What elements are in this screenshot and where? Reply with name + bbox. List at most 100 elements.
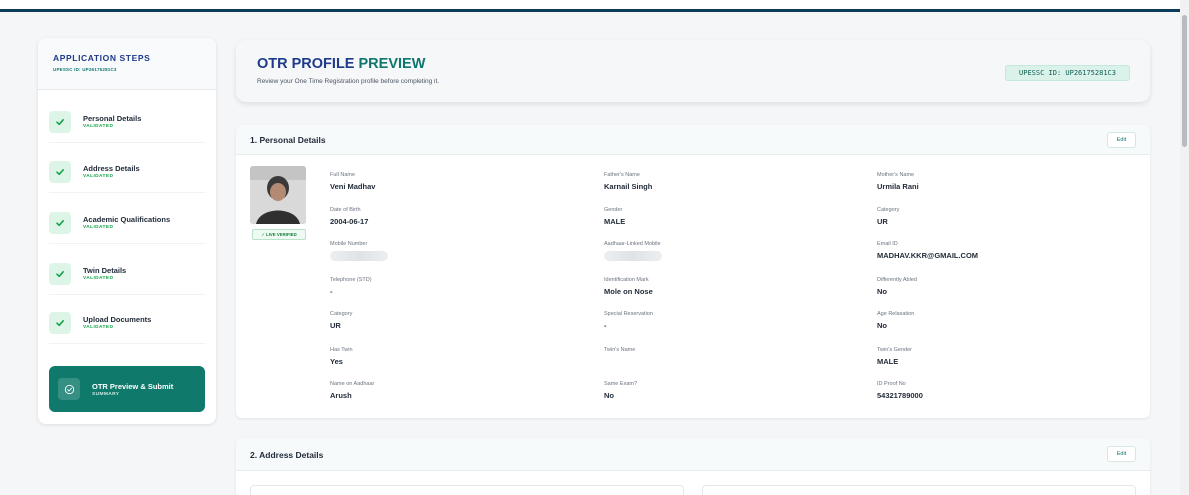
page-title-accent: PREVIEW — [358, 56, 426, 72]
personal-details-header: 1. Personal Details Edit — [236, 125, 1150, 155]
field-label: Gender — [604, 207, 623, 213]
field-label: Mother's Name — [877, 172, 915, 178]
step-status: SUMMARY — [92, 391, 120, 397]
sidebar-header: APPLICATION STEPS UPESSC ID: UP26175281C… — [38, 38, 216, 90]
step-status: VALIDATED — [83, 225, 114, 230]
field-label: Telephone (STD) — [330, 277, 372, 283]
field-date-of-birth: Date of Birth 2004-06-17 — [330, 207, 368, 226]
field-label: Has Twin — [330, 347, 353, 353]
step-personal-details[interactable]: Personal Details VALIDATED — [49, 101, 205, 143]
field-special-reservation: Special Reservation - — [604, 311, 653, 330]
address-details-card: 2. Address Details Edit — [236, 438, 1150, 495]
field-value: 54321789000 — [877, 391, 923, 400]
edit-personal-button[interactable]: Edit — [1107, 132, 1136, 148]
field-value: UR — [330, 321, 341, 330]
top-bar — [0, 0, 1180, 12]
field-label: Category — [877, 207, 900, 213]
sidebar-title: APPLICATION STEPS — [53, 53, 151, 63]
section-title: 1. Personal Details — [250, 135, 326, 145]
field-value: Mole on Nose — [604, 287, 653, 296]
field-value: 2004-06-17 — [330, 217, 369, 226]
check-icon — [49, 110, 71, 133]
field-label: Mobile Number — [330, 241, 368, 247]
edit-address-button[interactable]: Edit — [1107, 446, 1136, 462]
field-label: Twin's Name — [604, 347, 636, 353]
field-label: Twin's Gender — [877, 347, 912, 353]
field-identification-mark: Identification Mark Mole on Nose — [604, 277, 653, 296]
field-value: Yes — [330, 357, 343, 366]
field-same-exam: Same Exam? No — [604, 381, 637, 400]
check-icon — [49, 262, 71, 285]
field-label: Differently Abled — [877, 277, 917, 283]
step-academic-qualifications[interactable]: Academic Qualifications VALIDATED — [49, 202, 205, 244]
permanent-address-box — [250, 485, 684, 495]
step-otr-preview-submit[interactable]: OTR Preview & Submit SUMMARY — [49, 366, 205, 412]
field-father-name: Father's Name Karnail Singh — [604, 172, 652, 191]
page-description: Review your One Time Registration profil… — [257, 78, 440, 85]
step-twin-details[interactable]: Twin Details VALIDATED — [49, 253, 205, 295]
page-title: OTR PROFILE PREVIEW — [257, 56, 425, 72]
step-label: Academic Qualifications — [83, 215, 171, 224]
field-full-name: Full Name Veni Madhav — [330, 172, 375, 191]
step-label: Upload Documents — [83, 315, 152, 324]
field-mother-name: Mother's Name Urmila Rani — [877, 172, 919, 191]
field-value: No — [604, 391, 614, 400]
redacted-value — [330, 251, 388, 261]
field-value: Arush — [330, 391, 352, 400]
field-value: MALE — [877, 357, 899, 366]
sidebar-upessc-id: UPESSC ID: UP26175281C3 — [53, 67, 117, 72]
field-gender: Gender MALE — [604, 207, 625, 226]
step-status: VALIDATED — [83, 174, 114, 179]
address-details-header: 2. Address Details Edit — [236, 438, 1150, 471]
check-icon — [49, 311, 71, 334]
field-label: Same Exam? — [604, 381, 638, 387]
check-circle-icon — [58, 378, 80, 400]
page-scrollbar[interactable] — [1180, 0, 1189, 495]
field-label: Special Reservation — [604, 311, 653, 317]
page-title-main: OTR PROFILE — [257, 56, 355, 72]
step-label: Address Details — [83, 164, 140, 173]
section-title: 2. Address Details — [250, 450, 324, 460]
personal-details-card: 1. Personal Details Edit ✓ LIVE VERIFIED… — [236, 125, 1150, 418]
field-age-relaxation: Age Relaxation No — [877, 311, 914, 330]
otr-preview-header: OTR PROFILE PREVIEW Review your One Time… — [236, 40, 1150, 102]
field-email-id: Email ID MADHAV.KKR@GMAIL.COM — [877, 241, 978, 260]
field-mobile-number: Mobile Number — [330, 241, 388, 261]
field-name-on-aadhaar: Name on Aadhaar Arush — [330, 381, 374, 400]
step-status: VALIDATED — [83, 325, 114, 330]
step-status: VALIDATED — [83, 124, 114, 129]
field-label: ID Proof No — [877, 381, 906, 387]
field-twin-gender: Twin's Gender MALE — [877, 347, 912, 366]
redacted-value — [604, 251, 662, 261]
field-value: Veni Madhav — [330, 182, 376, 191]
upessc-id-badge: UPESSC ID: UP26175281C3 — [1005, 65, 1130, 81]
profile-photo — [250, 166, 306, 224]
field-label: Aadhaar-Linked Mobile — [604, 241, 661, 247]
field-value: No — [877, 287, 887, 296]
step-address-details[interactable]: Address Details VALIDATED — [49, 151, 205, 193]
field-label: Date of Birth — [330, 207, 361, 213]
step-status: VALIDATED — [83, 276, 114, 281]
step-upload-documents[interactable]: Upload Documents VALIDATED — [49, 302, 205, 344]
field-label: Identification Mark — [604, 277, 649, 283]
field-label: Father's Name — [604, 172, 640, 178]
step-label: OTR Preview & Submit — [92, 381, 174, 391]
live-verified-badge: ✓ LIVE VERIFIED — [252, 229, 306, 240]
field-label: Category — [330, 311, 353, 317]
field-label: Email ID — [877, 241, 898, 247]
step-label: Twin Details — [83, 266, 127, 275]
field-value: MALE — [604, 217, 626, 226]
field-aadhaar-linked-mobile: Aadhaar-Linked Mobile — [604, 241, 662, 261]
check-icon — [49, 211, 71, 234]
field-category: Category UR — [330, 311, 352, 330]
field-value: MADHAV.KKR@GMAIL.COM — [877, 251, 979, 260]
scrollbar-thumb[interactable] — [1182, 15, 1187, 147]
field-value: No — [877, 321, 887, 330]
field-telephone: Telephone (STD) - — [330, 277, 372, 296]
step-label: Personal Details — [83, 114, 142, 123]
field-category: Category UR — [877, 207, 899, 226]
field-id-proof-no: ID Proof No 54321789000 — [877, 381, 923, 400]
field-value: Urmila Rani — [877, 182, 919, 191]
correspondence-address-box — [702, 485, 1136, 495]
field-value: - — [330, 287, 333, 296]
